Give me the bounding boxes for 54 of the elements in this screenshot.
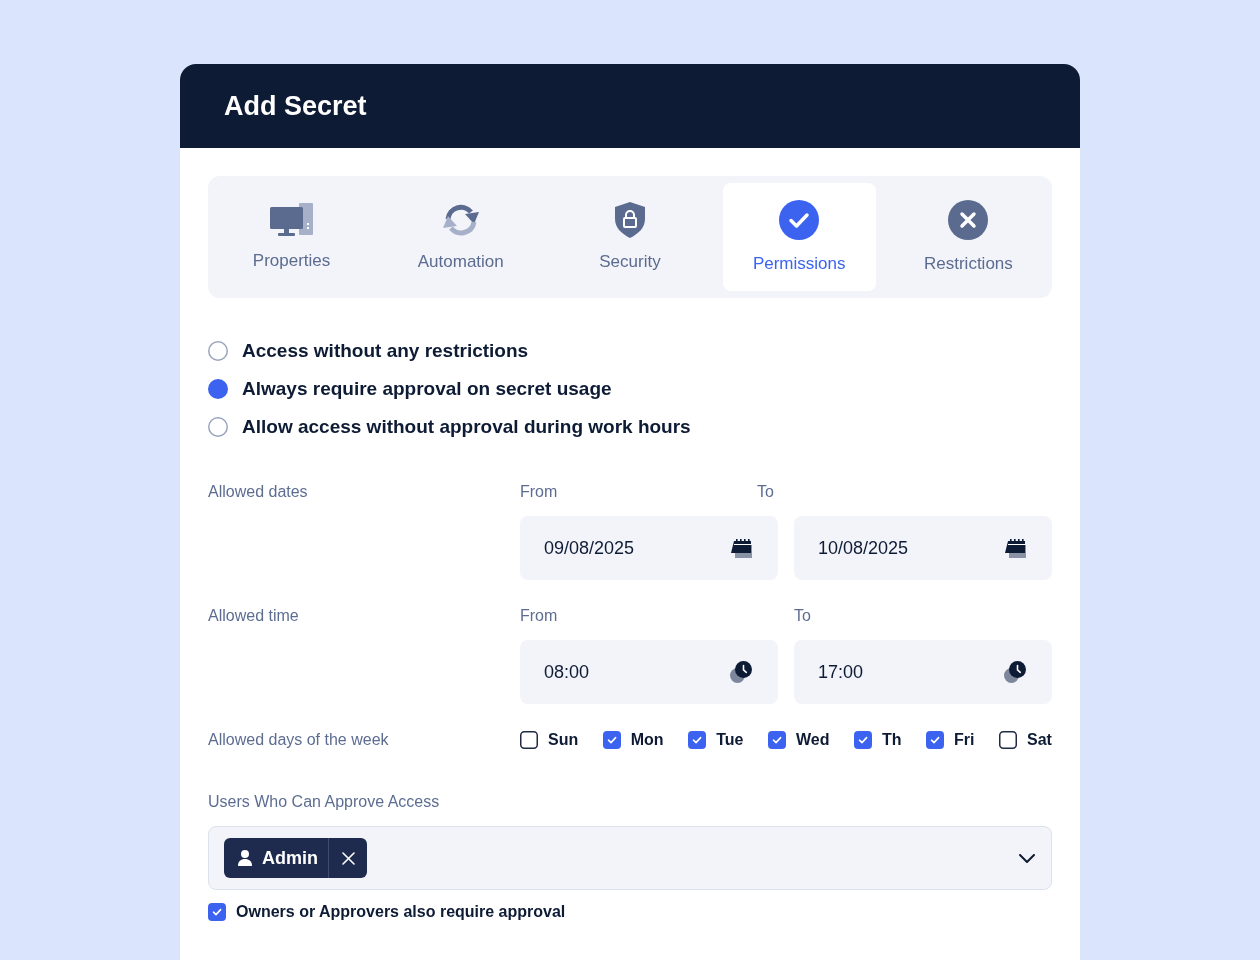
circular-arrows-icon [440, 202, 481, 238]
date-field[interactable]: 09/08/2025 [520, 516, 778, 580]
tab[interactable]: Restrictions [891, 183, 1045, 291]
checkbox[interactable] [767, 731, 786, 749]
day-label[interactable]: Tue [716, 730, 744, 750]
radio-label[interactable]: Allow access without approval during work hours [242, 415, 691, 439]
radio-label[interactable]: Access without any restrictions [242, 339, 529, 363]
time-field[interactable]: 08:00 [520, 640, 778, 704]
checkbox[interactable] [688, 731, 707, 749]
check-circle-icon [779, 200, 820, 240]
shield-lock-icon [614, 202, 646, 238]
day-label[interactable]: Mon [630, 730, 664, 750]
checkbox[interactable] [926, 731, 945, 749]
tab[interactable]: Automation [384, 183, 538, 291]
checkbox[interactable] [520, 731, 538, 749]
field-label: From [520, 482, 558, 502]
dialog-title: Add Secret [224, 90, 367, 123]
section-label: Allowed time [208, 606, 299, 626]
chip-label: Admin [262, 847, 318, 869]
time-field[interactable]: 17:00 [794, 640, 1052, 704]
calendar-icon[interactable] [1004, 538, 1026, 558]
tab[interactable]: Properties [215, 183, 369, 291]
computer-icon [270, 203, 314, 237]
field-label: To [794, 606, 811, 626]
chevron-down-icon[interactable] [1019, 853, 1035, 863]
person-icon [238, 850, 252, 866]
checkbox-label[interactable]: Owners or Approvers also require approval [236, 902, 566, 922]
day-label[interactable]: Sun [548, 730, 579, 750]
section-label: Allowed days of the week [208, 730, 389, 750]
day-label[interactable]: Th [881, 730, 902, 750]
x-circle-icon [948, 200, 989, 240]
day-label[interactable]: Sat [1027, 730, 1052, 750]
radio-label[interactable]: Always require approval on secret usage [242, 377, 612, 401]
tab[interactable]: Security [553, 183, 707, 291]
checkbox[interactable] [853, 731, 872, 749]
radio-button[interactable] [208, 417, 228, 437]
clock-icon[interactable] [730, 661, 752, 683]
radio-button[interactable] [208, 341, 228, 361]
checkbox[interactable] [999, 731, 1018, 749]
date-field[interactable]: 10/08/2025 [794, 516, 1052, 580]
close-icon[interactable] [341, 851, 355, 865]
tab[interactable]: Permissions [722, 183, 876, 291]
field-label: To [757, 482, 774, 502]
multi-select-field[interactable]: Admin [208, 826, 1052, 890]
calendar-icon[interactable] [730, 538, 752, 558]
radio-button[interactable] [208, 379, 228, 399]
clock-icon[interactable] [1004, 661, 1026, 683]
checkbox[interactable] [602, 731, 621, 749]
section-label: Allowed dates [208, 482, 308, 502]
day-label[interactable]: Fri [954, 730, 975, 750]
section-label: Users Who Can Approve Access [208, 792, 440, 812]
checkbox[interactable] [208, 903, 226, 921]
field-label: From [520, 606, 558, 626]
day-label[interactable]: Wed [795, 730, 830, 750]
